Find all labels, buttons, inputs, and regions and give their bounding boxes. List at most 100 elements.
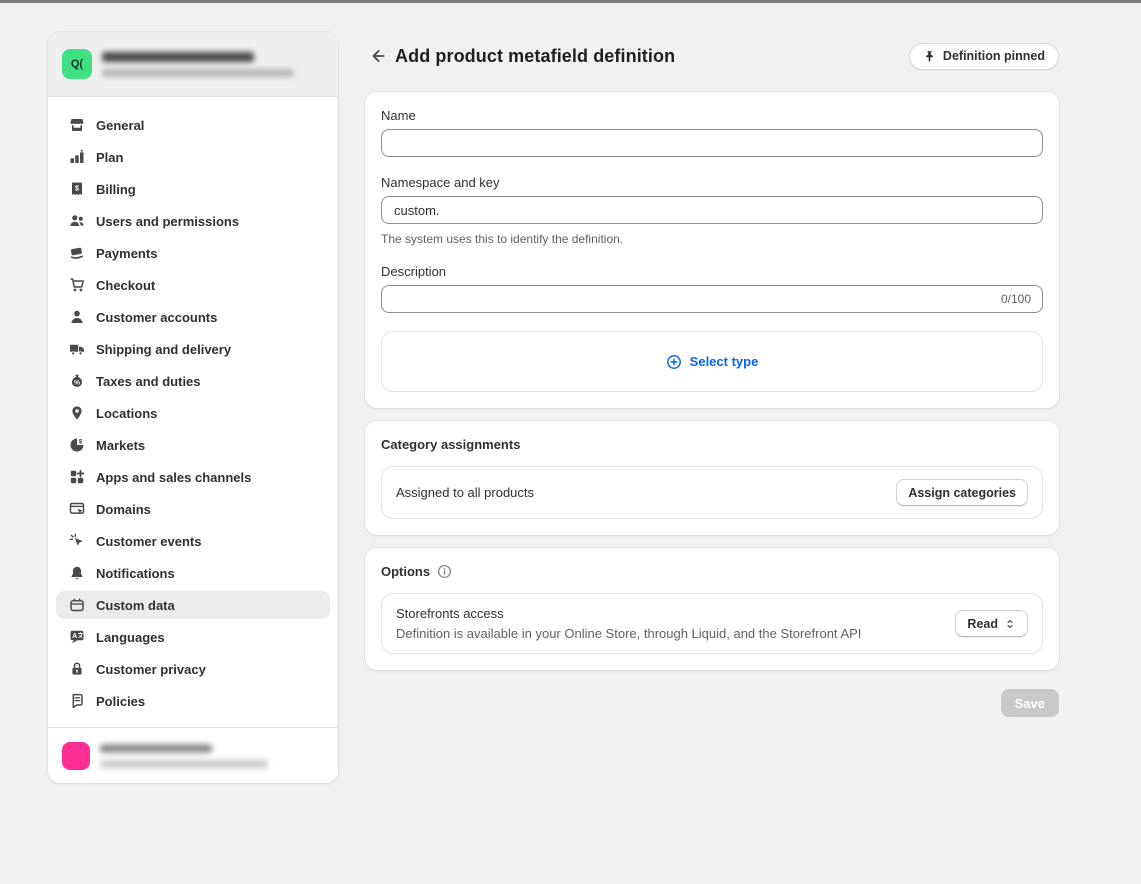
category-assignments-heading: Category assignments <box>381 437 1043 452</box>
user-avatar <box>62 742 90 770</box>
namespace-input[interactable] <box>381 196 1043 224</box>
sidebar-item-general[interactable]: General <box>56 111 330 139</box>
select-caret-icon <box>1004 618 1016 630</box>
main-content: Add product metafield definition Definit… <box>365 40 1059 717</box>
sidebar-item-customer-accounts[interactable]: Customer accounts <box>56 303 330 331</box>
info-icon <box>437 564 452 579</box>
back-arrow-icon <box>369 47 387 65</box>
sidebar-item-label: Payments <box>96 246 157 261</box>
category-assignments-card: Category assignments Assigned to all pro… <box>365 421 1059 535</box>
bell-icon <box>69 565 85 581</box>
lock-icon <box>69 661 85 677</box>
description-label: Description <box>381 264 1043 279</box>
user-email-redacted <box>100 760 268 768</box>
options-title: Options <box>381 564 430 579</box>
sidebar-item-checkout[interactable]: Checkout <box>56 271 330 299</box>
apps-icon <box>69 469 85 485</box>
store-info-header[interactable]: Q( <box>48 32 338 97</box>
sidebar-item-taxes-duties[interactable]: % Taxes and duties <box>56 367 330 395</box>
category-assignment-row: Assigned to all products Assign categori… <box>381 466 1043 519</box>
save-button[interactable]: Save <box>1001 689 1059 717</box>
sidebar-item-label: Markets <box>96 438 145 453</box>
sidebar-item-label: Languages <box>96 630 165 645</box>
name-input[interactable] <box>381 129 1043 157</box>
policy-doc-icon <box>69 693 85 709</box>
sidebar-item-policies[interactable]: Policies <box>56 687 330 715</box>
sidebar-item-customer-events[interactable]: Customer events <box>56 527 330 555</box>
sidebar-item-label: General <box>96 118 144 133</box>
markets-icon: $ <box>69 437 85 453</box>
sidebar-item-payments[interactable]: Payments <box>56 239 330 267</box>
definition-pinned-button[interactable]: Definition pinned <box>909 43 1059 70</box>
sidebar-item-locations[interactable]: Locations <box>56 399 330 427</box>
storefronts-access-row: Storefronts access Definition is availab… <box>381 593 1043 654</box>
sidebar-item-languages[interactable]: A Languages <box>56 623 330 651</box>
options-card: Options Storefronts access Definition is… <box>365 548 1059 670</box>
browser-icon <box>69 501 85 517</box>
sidebar-item-plan[interactable]: Plan <box>56 143 330 171</box>
truck-icon <box>69 341 85 357</box>
data-box-icon <box>69 597 85 613</box>
sidebar-item-label: Users and permissions <box>96 214 239 229</box>
sidebar-item-notifications[interactable]: Notifications <box>56 559 330 587</box>
plus-circle-icon <box>666 354 682 370</box>
sidebar-item-label: Locations <box>96 406 157 421</box>
cart-icon <box>69 277 85 293</box>
sidebar-item-users-permissions[interactable]: Users and permissions <box>56 207 330 235</box>
settings-sidebar: Q( General Plan $Billing Users and permissi… <box>48 32 338 783</box>
svg-text:$: $ <box>79 439 83 446</box>
sidebar-item-label: Customer privacy <box>96 662 206 677</box>
person-icon <box>69 309 85 325</box>
description-field-group: Description 0/100 <box>381 264 1043 313</box>
sidebar-item-label: Shipping and delivery <box>96 342 231 357</box>
store-avatar: Q( <box>62 49 92 79</box>
sidebar-item-apps-sales-channels[interactable]: Apps and sales channels <box>56 463 330 491</box>
page-actions: Save <box>365 689 1059 717</box>
description-input[interactable] <box>381 285 1043 313</box>
sidebar-item-label: Customer events <box>96 534 201 549</box>
definition-form-card: Name Namespace and key The system uses t… <box>365 92 1059 408</box>
assign-categories-button[interactable]: Assign categories <box>896 479 1028 506</box>
sidebar-item-label: Taxes and duties <box>96 374 201 389</box>
sidebar-item-label: Domains <box>96 502 151 517</box>
page-header: Add product metafield definition Definit… <box>365 40 1059 72</box>
user-account-footer[interactable] <box>48 727 338 783</box>
sidebar-item-custom-data[interactable]: Custom data <box>56 591 330 619</box>
select-type-button[interactable]: Select type <box>666 354 759 370</box>
sidebar-item-label: Policies <box>96 694 145 709</box>
select-type-label: Select type <box>690 354 759 369</box>
category-status-text: Assigned to all products <box>396 485 884 500</box>
cursor-click-icon <box>69 533 85 549</box>
storefronts-access-select[interactable]: Read <box>955 610 1028 637</box>
namespace-help-text: The system uses this to identify the def… <box>381 232 1043 246</box>
sidebar-item-shipping-delivery[interactable]: Shipping and delivery <box>56 335 330 363</box>
svg-text:%: % <box>74 380 80 387</box>
sidebar-item-customer-privacy[interactable]: Customer privacy <box>56 655 330 683</box>
payments-icon <box>69 245 85 261</box>
definition-pinned-label: Definition pinned <box>943 49 1045 63</box>
name-field-group: Name <box>381 108 1043 157</box>
map-pin-icon <box>69 405 85 421</box>
sidebar-item-label: Notifications <box>96 566 175 581</box>
users-icon <box>69 213 85 229</box>
namespace-field-group: Namespace and key The system uses this t… <box>381 175 1043 246</box>
sidebar-item-label: Customer accounts <box>96 310 217 325</box>
sidebar-item-label: Custom data <box>96 598 175 613</box>
name-label: Name <box>381 108 1043 123</box>
sidebar-item-domains[interactable]: Domains <box>56 495 330 523</box>
sidebar-item-billing[interactable]: $Billing <box>56 175 330 203</box>
user-name-redacted <box>100 744 212 753</box>
sidebar-nav: General Plan $Billing Users and permissions… <box>48 97 338 727</box>
sidebar-item-markets[interactable]: $ Markets <box>56 431 330 459</box>
sidebar-item-label: Plan <box>96 150 123 165</box>
namespace-label: Namespace and key <box>381 175 1043 190</box>
select-type-box: Select type <box>381 331 1043 392</box>
translate-icon: A <box>69 629 85 645</box>
storefronts-access-value: Read <box>967 617 998 631</box>
pin-icon <box>923 50 936 63</box>
plan-icon <box>69 149 85 165</box>
sidebar-item-label: Apps and sales channels <box>96 470 251 485</box>
page-title: Add product metafield definition <box>395 46 675 67</box>
back-button[interactable] <box>365 43 391 69</box>
storefronts-access-description: Definition is available in your Online S… <box>396 626 943 641</box>
